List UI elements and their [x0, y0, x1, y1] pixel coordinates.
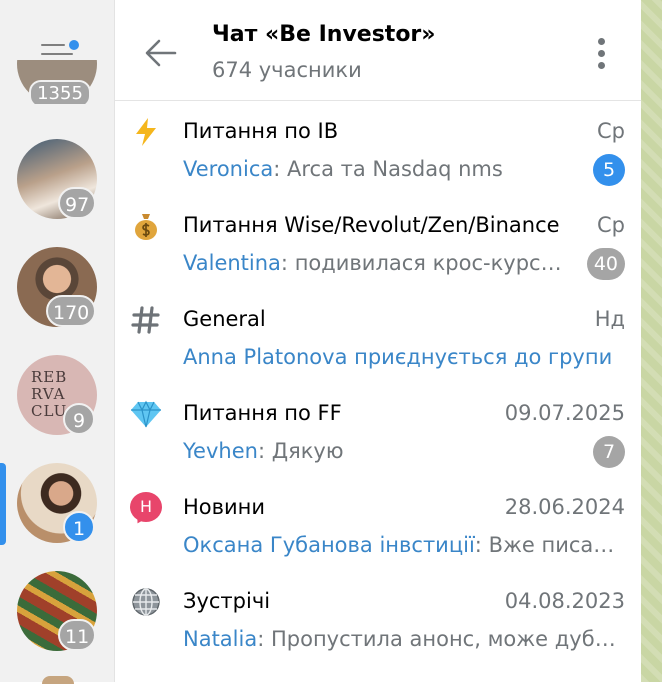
topic-name: Питання Wise/Revolut/Zen/Binance — [183, 213, 560, 237]
member-count: 674 учасники — [212, 58, 362, 82]
notification-dot-icon — [67, 38, 81, 52]
topic-date: 28.06.2024 — [504, 495, 625, 519]
unread-badge: 170 — [46, 295, 97, 327]
menu-line — [41, 53, 73, 55]
message-text: Пропустила анонс, може дублюватимете — [270, 627, 625, 651]
sender-separator: : — [474, 533, 489, 557]
dot — [598, 50, 605, 57]
topic-row[interactable]: Н Новини 28.06.2024 Оксана Губанова інвс… — [115, 477, 641, 571]
message-text: подивилася крос-курс валют в Revolut — [294, 251, 568, 275]
unread-badge: 9 — [63, 403, 95, 435]
topic-date: 09.07.2025 — [504, 401, 625, 425]
money-bag-glyph — [135, 214, 157, 240]
chat-avatar-partial[interactable]: 1355 — [17, 60, 97, 104]
topic-date: 04.08.2023 — [504, 589, 625, 613]
message-text: Дякую — [271, 439, 344, 463]
hash-glyph — [131, 306, 160, 334]
topic-name: Питання по FF — [183, 401, 342, 425]
last-message: Valentina: подивилася крос-курс валют в … — [183, 251, 568, 275]
lightning-icon — [129, 115, 163, 149]
topic-name: General — [183, 307, 266, 331]
topic-row[interactable]: General Нд Anna Platonova приєднується д… — [115, 289, 641, 383]
last-message: Оксана Губанова інвстиції: Вже писала пр… — [183, 533, 625, 557]
message-sender: Natalia — [183, 627, 258, 651]
topic-date: Нд — [594, 307, 625, 331]
diamond-icon — [129, 397, 163, 431]
unread-badge: 1 — [63, 511, 95, 543]
globe-icon — [129, 585, 163, 619]
chat-avatar-partial[interactable] — [42, 676, 74, 684]
dot — [598, 62, 605, 69]
topic-row[interactable]: Зустрічі 04.08.2023 Natalia: Пропустила … — [115, 571, 641, 665]
last-message: Anna Platonova приєднується до групи — [183, 345, 613, 369]
unread-badge: 1355 — [29, 80, 91, 104]
message-text: Arca та Nasdaq nms — [287, 157, 503, 181]
unread-badge: 97 — [58, 187, 97, 219]
diamond-glyph — [131, 400, 161, 428]
message-text: Вже писала про це — [488, 533, 625, 557]
hash-icon — [129, 303, 163, 337]
topic-date: Ср — [597, 213, 625, 237]
arrow-left-icon — [145, 39, 177, 67]
topics-panel: Чат «Be Investor» 674 учасники Питання п… — [115, 0, 641, 682]
topic-row[interactable]: Питання по FF 09.07.2025 Yevhen: Дякую 7 — [115, 383, 641, 477]
back-button[interactable] — [143, 36, 179, 70]
dot — [598, 38, 605, 45]
topic-row[interactable]: Питання Wise/Revolut/Zen/Binance Ср Vale… — [115, 195, 641, 289]
topic-row[interactable]: Питання по IB Ср Veronica: Arca та Nasda… — [115, 101, 641, 195]
message-sender: Veronica — [183, 157, 274, 181]
chat-wallpaper — [641, 0, 662, 682]
message-sender: Yevhen — [183, 439, 258, 463]
topic-name: Зустрічі — [183, 589, 271, 613]
avatar-logo-text: REB RVA CLU — [31, 368, 68, 420]
money-bag-icon — [129, 209, 163, 243]
last-message: Veronica: Arca та Nasdaq nms — [183, 157, 568, 181]
sender-separator: : — [257, 439, 272, 463]
active-chat-indicator — [0, 463, 6, 545]
message-sender: Оксана Губанова інвстиції — [183, 533, 475, 557]
topic-date: Ср — [597, 119, 625, 143]
unread-count-badge: 5 — [593, 154, 625, 186]
chat-title[interactable]: Чат «Be Investor» — [212, 22, 436, 47]
topic-name: Новини — [183, 495, 266, 519]
globe-glyph — [132, 588, 160, 616]
menu-line — [41, 44, 65, 46]
lightning-glyph — [136, 118, 156, 146]
speech-bubble-icon: Н — [130, 492, 162, 527]
chat-header: Чат «Be Investor» 674 учасники — [115, 0, 641, 101]
sender-separator: : — [280, 251, 295, 275]
more-options-button[interactable] — [595, 36, 607, 72]
topic-name: Питання по IB — [183, 119, 339, 143]
unread-count-badge: 40 — [586, 248, 625, 280]
chat-folder-sidebar: 1355 97 170 REB RVA CLU 9 1 11 — [0, 0, 115, 684]
sender-separator: : — [257, 627, 271, 651]
topic-letter-icon: Н — [129, 491, 163, 527]
unread-count-badge: 7 — [593, 436, 625, 468]
message-sender: Valentina — [183, 251, 281, 275]
sender-separator: : — [273, 157, 287, 181]
last-message: Natalia: Пропустила анонс, може дублюват… — [183, 627, 625, 651]
last-message: Yevhen: Дякую — [183, 439, 568, 463]
unread-badge: 11 — [58, 619, 97, 651]
